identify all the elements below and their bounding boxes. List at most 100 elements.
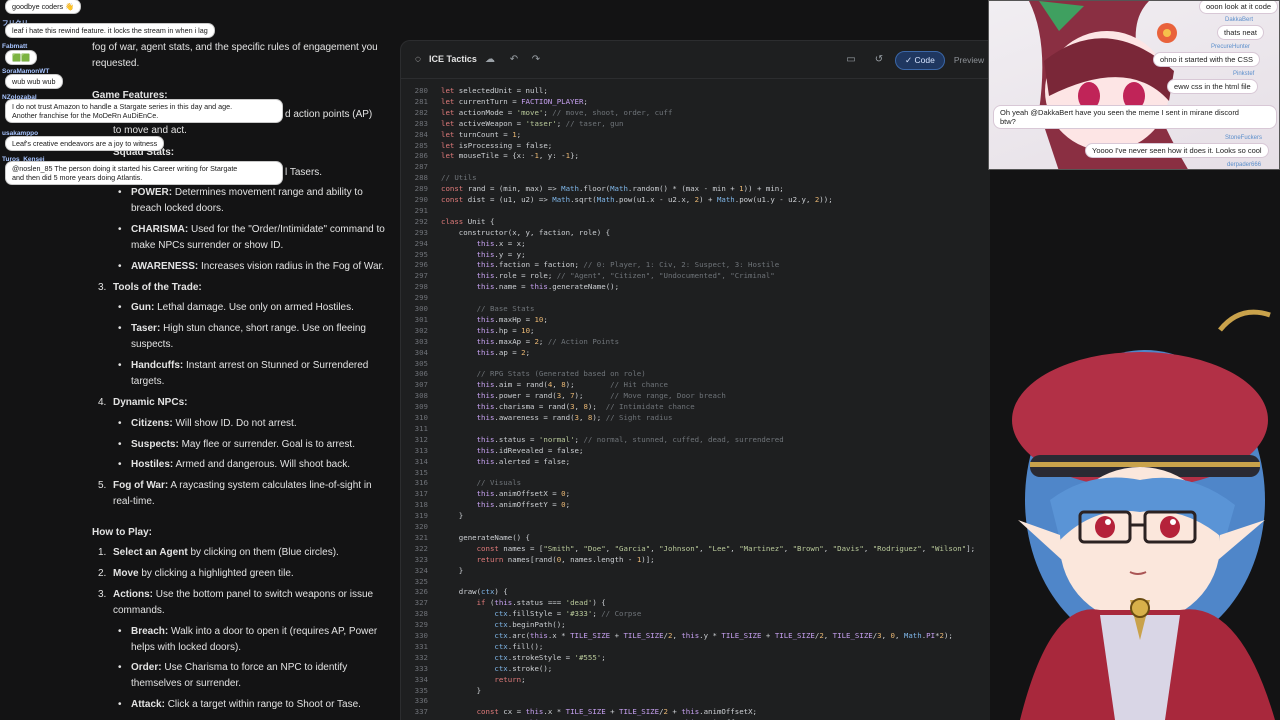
code-line[interactable]: 328 ctx.fillStyle = '#333'; // Corpse <box>401 608 990 619</box>
code-line[interactable]: 325 <box>401 576 990 587</box>
code-line[interactable]: 284 let turnCount = 1; <box>401 129 990 140</box>
code-line[interactable]: 285 let isProcessing = false; <box>401 140 990 151</box>
code-line[interactable]: 331 ctx.fill(); <box>401 641 990 652</box>
code-line[interactable]: 327 if (this.status === 'dead') { <box>401 597 990 608</box>
code-line[interactable]: 318 this.animOffsetY = 0; <box>401 499 990 510</box>
tab-preview[interactable]: Preview <box>947 51 990 70</box>
line-number: 288 <box>414 173 428 183</box>
code-line[interactable]: 332 ctx.strokeStyle = '#555'; <box>401 652 990 663</box>
code-area[interactable]: 280 let selectedUnit = null; 281 let curren… <box>401 79 990 720</box>
share-icon[interactable]: ▭ <box>844 53 858 67</box>
line-number: 313 <box>414 445 428 455</box>
code-line[interactable]: 280 let selectedUnit = null; <box>401 85 990 96</box>
line-number: 318 <box>414 500 428 510</box>
code-line[interactable]: 281 let currentTurn = FACTION_PLAYER; <box>401 96 990 107</box>
code-line[interactable]: 337 const cx = this.x * TILE_SIZE + TILE… <box>401 706 990 717</box>
code-line[interactable]: 309 this.charisma = rand(3, 8); // Intim… <box>401 401 990 412</box>
code-line[interactable]: 319 } <box>401 510 990 521</box>
line-number: 297 <box>414 271 428 281</box>
action-attack: Attack: Click a target within range to S… <box>131 699 361 710</box>
line-number: 299 <box>414 293 428 303</box>
code-line[interactable]: 336 <box>401 695 990 706</box>
code-line[interactable]: 282 let actionMode = 'move'; // move, sho… <box>401 107 990 118</box>
code-line[interactable]: 294 this.x = x; <box>401 238 990 249</box>
code-line[interactable]: 301 this.maxHp = 10; <box>401 314 990 325</box>
code-line[interactable]: 283 let activeWeapon = 'taser'; // taser,… <box>401 118 990 129</box>
code-line[interactable]: 312 this.status = 'normal'; // normal, s… <box>401 434 990 445</box>
npc-suspects: Suspects: May flee or surrender. Goal is… <box>131 439 355 450</box>
line-number: 293 <box>414 227 428 237</box>
code-line[interactable]: 306 // RPG Stats (Generated based on rol… <box>401 368 990 379</box>
line-number: 333 <box>414 663 428 673</box>
line-number: 324 <box>414 565 428 575</box>
bullet: • <box>118 261 122 272</box>
bullet: • <box>118 187 122 198</box>
code-line[interactable]: 315 <box>401 467 990 478</box>
code-line[interactable]: 317 this.animOffsetX = 0; <box>401 488 990 499</box>
cloud-icon[interactable]: ☁ <box>483 53 497 67</box>
code-line[interactable]: 333 ctx.stroke(); <box>401 663 990 674</box>
line-number: 330 <box>414 631 428 640</box>
spinner-icon: ◌ <box>415 54 421 65</box>
code-line[interactable]: 316 // Visuals <box>401 477 990 488</box>
line-number: 289 <box>414 184 428 194</box>
line-number: 311 <box>414 423 428 433</box>
undo-icon[interactable]: ↶ <box>507 53 521 67</box>
tool-taser-cont: suspects. <box>131 339 174 350</box>
code-line[interactable]: 299 <box>401 292 990 303</box>
doc-tasers-fragment: l Tasers. <box>285 167 323 178</box>
code-line[interactable]: 313 this.idRevealed = false; <box>401 445 990 456</box>
code-line[interactable]: 296 this.faction = faction; // 0: Player… <box>401 259 990 270</box>
stream-chat-username: Pinkstef <box>1233 71 1255 77</box>
tab-code[interactable]: ✓ Code <box>895 51 945 70</box>
code-line[interactable]: 298 this.name = this.generateName(); <box>401 281 990 292</box>
code-line[interactable]: 321 generateName() { <box>401 532 990 543</box>
code-line[interactable]: 297 this.role = role; // "Agent", "Citiz… <box>401 270 990 281</box>
webcam-overlay: ooon look at it code DakkaBert thats nea… <box>988 0 1280 170</box>
code-line[interactable]: 311 <box>401 423 990 434</box>
npc-citizens: Citizens: Will show ID. Do not arrest. <box>131 418 297 429</box>
code-line[interactable]: 320 <box>401 521 990 532</box>
code-line[interactable]: 293 constructor(x, y, faction, role) { <box>401 227 990 238</box>
code-line[interactable]: 310 this.awareness = rand(3, 8); // Sigh… <box>401 412 990 423</box>
code-line[interactable]: 304 this.ap = 2; <box>401 347 990 358</box>
code-line[interactable]: 303 this.maxAp = 2; // Action Points <box>401 336 990 347</box>
code-line[interactable]: 302 this.hp = 10; <box>401 325 990 336</box>
code-line[interactable]: 329 ctx.beginPath(); <box>401 619 990 630</box>
bullet: • <box>118 323 122 334</box>
line-number: 305 <box>414 358 428 368</box>
code-line[interactable]: 330 ctx.arc(this.x * TILE_SIZE + TILE_SI… <box>401 630 990 641</box>
list-number: 4. <box>98 397 107 408</box>
code-line[interactable]: 305 <box>401 358 990 369</box>
line-number: 296 <box>414 260 428 270</box>
code-line[interactable]: 308 this.power = rand(3, 7); // Move ran… <box>401 390 990 401</box>
line-number: 303 <box>414 336 428 346</box>
code-line[interactable]: 288// Utils <box>401 172 990 183</box>
code-line[interactable]: 295 this.y = y; <box>401 249 990 260</box>
code-line[interactable]: 290 const dist = (u1, u2) => Math.sqrt(Ma… <box>401 194 990 205</box>
line-number: 332 <box>414 652 428 662</box>
line-number: 302 <box>414 325 428 335</box>
code-line[interactable]: 289 const rand = (min, max) => Math.floor… <box>401 183 990 194</box>
step-actions-cont: commands. <box>113 605 165 616</box>
list-number: 5. <box>98 480 107 491</box>
code-line[interactable]: 326 draw(ctx) { <box>401 586 990 597</box>
code-line[interactable]: 324 } <box>401 565 990 576</box>
code-line[interactable]: 322 const names = ["Smith", "Doe", "Garc… <box>401 543 990 554</box>
code-line[interactable]: 287 <box>401 161 990 172</box>
code-line[interactable]: 300 // Base Stats <box>401 303 990 314</box>
line-number: 294 <box>414 238 428 248</box>
code-line[interactable]: 334 return; <box>401 674 990 685</box>
tool-gun: Gun: Lethal damage. Use only on armed Ho… <box>131 302 354 313</box>
code-line[interactable]: 286 let mouseTile = {x: -1, y: -1}; <box>401 150 990 161</box>
line-number: 291 <box>414 205 428 215</box>
tab-code-label: Code <box>914 55 935 65</box>
code-line[interactable]: 291 <box>401 205 990 216</box>
code-line[interactable]: 314 this.alerted = false; <box>401 456 990 467</box>
restart-icon[interactable]: ↺ <box>872 53 886 67</box>
code-line[interactable]: 292 class Unit { <box>401 216 990 227</box>
code-line[interactable]: 335 } <box>401 685 990 696</box>
code-line[interactable]: 323 return names[rand(0, names.length - … <box>401 554 990 565</box>
redo-icon[interactable]: ↷ <box>529 53 543 67</box>
code-line[interactable]: 307 this.aim = rand(4, 8); // Hit chance <box>401 379 990 390</box>
